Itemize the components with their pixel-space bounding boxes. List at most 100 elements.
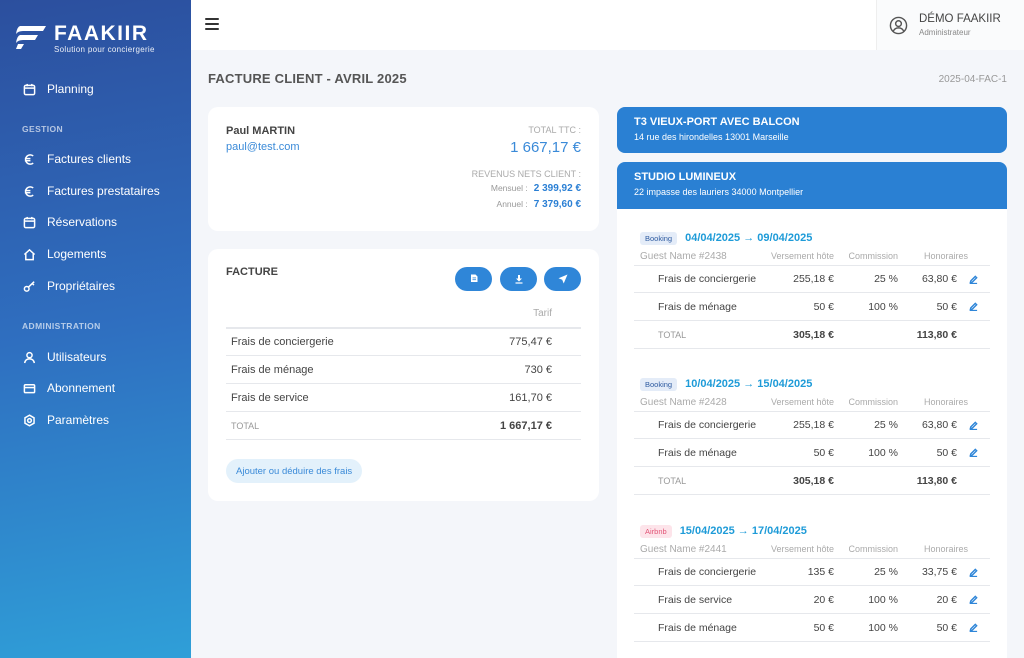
fee-name: Frais de ménage xyxy=(658,621,737,634)
edit-button[interactable] xyxy=(957,302,990,311)
invoice-card: FACTURE Tarif Frais de conciergerie 775,4… xyxy=(208,249,599,501)
user-icon xyxy=(22,350,36,364)
sidebar-item-factures-prestataires[interactable]: Factures prestataires xyxy=(0,178,191,204)
booking-dates-link[interactable]: 15/04/2025 → 17/04/2025 xyxy=(680,525,807,537)
table-total-row: TOTAL 1 667,17 € xyxy=(226,412,581,440)
sidebar-item-reservations[interactable]: Réservations xyxy=(0,209,191,235)
copy-button[interactable] xyxy=(455,267,492,291)
property-address: 14 rue des hirondelles 13001 Marseille xyxy=(634,132,789,142)
table-row: Frais de service 161,70 € xyxy=(226,384,581,412)
fee-value: 730 € xyxy=(524,363,552,376)
edit-button[interactable] xyxy=(957,595,990,604)
table-row: Frais de conciergerie 775,47 € xyxy=(226,328,581,356)
sidebar-item-factures-clients[interactable]: Factures clients xyxy=(0,146,191,172)
sidebar-item-label: Paramètres xyxy=(47,413,110,427)
fee-name: Frais de ménage xyxy=(658,446,737,459)
total-label: TOTAL xyxy=(231,420,260,431)
property-header[interactable]: T3 VIEUX-PORT AVEC BALCON 14 rue des hir… xyxy=(617,107,1007,153)
honoraires-value: 63,80 € xyxy=(921,273,957,285)
table-row: Frais de ménage 50 € 100 % 50 € xyxy=(634,439,990,467)
column-header-tarif: Tarif xyxy=(533,308,552,319)
booking-subheader: Guest Name #2441 Versement hôte Commissi… xyxy=(634,540,990,558)
fee-value: 775,47 € xyxy=(509,336,552,348)
versement-value: 50 € xyxy=(813,446,834,459)
honoraires-value: 50 € xyxy=(936,446,957,459)
monthly-revenue: Mensuel : 2 399,92 € xyxy=(491,183,581,194)
edit-button[interactable] xyxy=(957,448,990,457)
sidebar-item-logements[interactable]: Logements xyxy=(0,241,191,267)
sidebar-item-parametres[interactable]: Paramètres xyxy=(0,407,191,433)
property-header[interactable]: STUDIO LUMINEUX 22 impasse des lauriers … xyxy=(617,162,1007,214)
column-header-honoraires: Honoraires xyxy=(923,544,968,554)
commission-value: 25 % xyxy=(874,566,898,578)
total-versement: 305,18 € xyxy=(793,474,834,487)
download-button[interactable] xyxy=(500,267,537,291)
net-revenue-label: REVENUS NETS CLIENT : xyxy=(471,169,581,179)
sidebar-item-label: Planning xyxy=(47,82,94,96)
sidebar-item-utilisateurs[interactable]: Utilisateurs xyxy=(0,344,191,370)
column-header-versement: Versement hôte xyxy=(770,251,834,261)
booking-block: Booking 10/04/2025 → 15/04/2025 Guest Na… xyxy=(634,375,990,495)
edit-button[interactable] xyxy=(957,274,990,284)
booking-header: Airbnb 15/04/2025 → 17/04/2025 xyxy=(634,522,990,540)
booking-subheader: Guest Name #2438 Versement hôte Commissi… xyxy=(634,247,990,265)
menu-toggle-icon[interactable] xyxy=(205,18,219,30)
total-label: TOTAL xyxy=(658,475,687,486)
property-title: STUDIO LUMINEUX xyxy=(634,171,737,183)
user-role: Administrateur xyxy=(919,28,971,37)
column-header-honoraires: Honoraires xyxy=(923,251,968,261)
sidebar-item-label: Utilisateurs xyxy=(47,350,107,364)
monthly-label: Mensuel : xyxy=(490,183,528,193)
total-ttc-value: 1 667,17 € xyxy=(510,139,581,156)
brand-logo[interactable]: FAAKIIR Solution pour conciergerie xyxy=(14,22,174,56)
edit-button[interactable] xyxy=(957,420,990,430)
edit-button[interactable] xyxy=(957,567,990,577)
add-fees-button[interactable]: Ajouter ou déduire des frais xyxy=(226,459,363,483)
annual-revenue: Annuel : 7 379,60 € xyxy=(497,199,581,210)
commission-value: 25 % xyxy=(874,419,898,431)
edit-button[interactable] xyxy=(957,623,990,632)
fee-name: Frais de conciergerie xyxy=(658,419,757,431)
user-menu[interactable]: DÉMO FAAKIIR Administrateur xyxy=(876,0,1024,50)
booking-dates-link[interactable]: 04/04/2025 → 09/04/2025 xyxy=(685,232,812,244)
source-badge: Booking xyxy=(640,231,678,245)
client-email-link[interactable]: paul@test.com xyxy=(226,141,300,153)
section-label-administration: ADMINISTRATION xyxy=(22,321,101,331)
commission-value: 100 % xyxy=(868,593,898,606)
sidebar-item-label: Factures clients xyxy=(47,152,132,166)
honoraires-value: 50 € xyxy=(936,300,957,313)
booking-dates-link[interactable]: 10/04/2025 → 15/04/2025 xyxy=(685,378,812,390)
sidebar: FAAKIIR Solution pour conciergerie Plann… xyxy=(0,0,191,658)
guest-name: Guest Name #2441 xyxy=(640,543,727,555)
invoice-title: FACTURE xyxy=(226,266,278,278)
sidebar-item-label: Abonnement xyxy=(47,381,116,395)
total-label: TOTAL xyxy=(658,329,687,340)
property-title: T3 VIEUX-PORT AVEC BALCON xyxy=(634,116,800,128)
versement-value: 50 € xyxy=(813,621,834,634)
euro-icon xyxy=(22,152,36,166)
table-total-row: TOTAL 305,18 € 113,80 € xyxy=(634,467,990,495)
fee-name: Frais de conciergerie xyxy=(231,336,334,348)
column-header-commission: Commission xyxy=(848,397,898,407)
guest-name: Guest Name #2438 xyxy=(640,250,727,262)
booking-block: Booking 04/04/2025 → 09/04/2025 Guest Na… xyxy=(634,229,990,349)
key-icon xyxy=(22,279,36,293)
sidebar-item-abonnement[interactable]: Abonnement xyxy=(0,375,191,401)
column-header-commission: Commission xyxy=(848,251,898,261)
commission-value: 25 % xyxy=(874,273,898,285)
fee-name: Frais de ménage xyxy=(658,300,737,313)
table-row: Frais de ménage 50 € 100 % 50 € xyxy=(634,614,990,642)
client-name: Paul MARTIN xyxy=(226,125,296,137)
send-button[interactable] xyxy=(544,267,581,291)
guest-name: Guest Name #2428 xyxy=(640,396,727,408)
sidebar-item-proprietaires[interactable]: Propriétaires xyxy=(0,273,191,299)
user-avatar-icon xyxy=(889,16,908,35)
sidebar-item-planning[interactable]: Planning xyxy=(0,76,191,102)
brand-tagline: Solution pour conciergerie xyxy=(54,45,155,54)
column-header-versement: Versement hôte xyxy=(770,544,834,554)
download-icon xyxy=(515,275,522,284)
send-icon xyxy=(558,274,567,284)
logo-icon xyxy=(16,26,46,49)
honoraires-value: 50 € xyxy=(936,621,957,634)
sidebar-item-label: Réservations xyxy=(47,215,118,229)
